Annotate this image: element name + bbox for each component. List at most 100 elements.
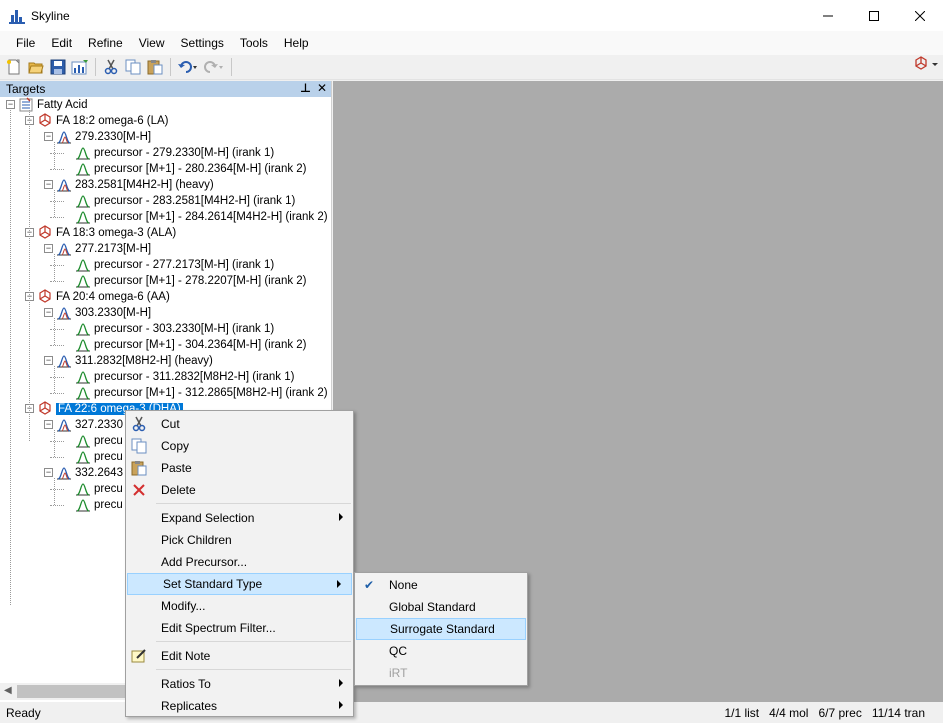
tree-node-label: precu <box>94 483 123 495</box>
title-bar: Skyline <box>0 0 943 31</box>
menu-item-delete[interactable]: Delete <box>126 479 353 501</box>
tree-precursor-node[interactable]: 311.2832[M8H2-H] (heavy) <box>56 353 213 369</box>
expand-collapse-toggle[interactable]: − <box>6 100 15 109</box>
molecule-icon <box>37 113 53 129</box>
tree-node-label: Fatty Acid <box>37 99 88 111</box>
transition-peak-icon <box>75 161 91 177</box>
targets-panel-header: Targets ⊥ ✕ <box>0 81 331 97</box>
menu-settings[interactable]: Settings <box>173 36 232 50</box>
expand-collapse-toggle[interactable]: − <box>44 308 53 317</box>
precursor-peak-icon <box>56 129 72 145</box>
tree-precursor-node[interactable]: 303.2330[M-H] <box>56 305 151 321</box>
scissors-icon <box>104 59 118 75</box>
tree-precursor-node[interactable]: 279.2330[M-H] <box>56 129 151 145</box>
menu-item-pick-children[interactable]: Pick Children <box>126 529 353 551</box>
paste-button[interactable] <box>144 56 166 78</box>
menu-item-cut[interactable]: Cut <box>126 413 353 435</box>
transition-peak-icon <box>75 273 91 289</box>
skyline-app-icon <box>9 8 25 24</box>
tree-node-label: FA 18:3 omega-3 (ALA) <box>56 227 177 239</box>
tree-molecule-node[interactable]: FA 18:2 omega-6 (LA) <box>37 113 169 129</box>
tree-transition-node[interactable]: precursor - 303.2330[M-H] (irank 1) <box>75 321 274 337</box>
menu-file[interactable]: File <box>8 36 43 50</box>
tree-transition-node[interactable]: precursor [M+1] - 304.2364[M-H] (irank 2… <box>75 337 307 353</box>
standard-type-none[interactable]: ✔ None <box>355 574 527 596</box>
save-button[interactable] <box>47 56 69 78</box>
expand-collapse-toggle[interactable]: − <box>44 420 53 429</box>
menu-item-label: Ratios To <box>161 677 211 691</box>
tree-precursor-node[interactable]: 277.2173[M-H] <box>56 241 151 257</box>
molecule-mode-dropdown[interactable] <box>913 56 939 72</box>
menu-item-edit-spectrum-filter[interactable]: Edit Spectrum Filter... <box>126 617 353 639</box>
scrollbar-thumb[interactable] <box>17 685 137 698</box>
menu-view[interactable]: View <box>131 36 173 50</box>
standard-type-global-standard[interactable]: Global Standard <box>355 596 527 618</box>
panel-close-icon[interactable]: ✕ <box>317 81 327 95</box>
menu-item-ratios-to[interactable]: Ratios To <box>126 673 353 695</box>
tree-precursor-node[interactable]: 283.2581[M4H2-H] (heavy) <box>56 177 214 193</box>
context-menu: Cut Copy Paste Delete Expand Selection Pick C… <box>125 410 354 717</box>
tree-transition-node[interactable]: precursor - 277.2173[M-H] (irank 1) <box>75 257 274 273</box>
menu-item-set-standard-type[interactable]: Set Standard Type <box>127 573 352 595</box>
expand-collapse-toggle[interactable]: − <box>44 356 53 365</box>
menu-item-label: Replicates <box>161 699 218 713</box>
tree-node-label: 283.2581[M4H2-H] (heavy) <box>75 179 214 191</box>
menu-help[interactable]: Help <box>276 36 317 50</box>
tree-transition-node[interactable]: precursor [M+1] - 280.2364[M-H] (irank 2… <box>75 161 307 177</box>
save-icon <box>50 59 66 75</box>
open-button[interactable] <box>25 56 47 78</box>
expand-collapse-toggle[interactable]: − <box>44 132 53 141</box>
tree-transition-node[interactable]: precursor [M+1] - 284.2614[M4H2-H] (iran… <box>75 209 328 225</box>
transition-peak-icon <box>75 385 91 401</box>
paste-icon <box>131 460 147 476</box>
expand-collapse-toggle[interactable]: − <box>44 180 53 189</box>
tree-transition-node[interactable]: precursor [M+1] - 312.2865[M8H2-H] (iran… <box>75 385 328 401</box>
import-results-button[interactable] <box>69 56 91 78</box>
delete-icon <box>131 482 147 498</box>
menu-item-edit-note[interactable]: Edit Note <box>126 645 353 667</box>
tree-precursor-node[interactable]: 327.2330 <box>56 417 123 433</box>
copy-button[interactable] <box>122 56 144 78</box>
pin-icon[interactable]: ⊥ <box>300 81 311 95</box>
scroll-left-icon[interactable]: ◀ <box>4 685 12 696</box>
expand-collapse-toggle[interactable]: − <box>44 244 53 253</box>
expand-collapse-toggle[interactable]: − <box>44 468 53 477</box>
tree-transition-node[interactable]: precursor - 283.2581[M4H2-H] (irank 1) <box>75 193 295 209</box>
status-transitions: 11/14 tran <box>871 705 925 720</box>
tree-transition-node[interactable]: precu <box>75 497 123 513</box>
menu-item-modify[interactable]: Modify... <box>126 595 353 617</box>
menu-item-paste[interactable]: Paste <box>126 457 353 479</box>
menu-separator <box>156 641 351 642</box>
undo-button[interactable] <box>175 56 201 78</box>
transition-peak-icon <box>75 481 91 497</box>
checkmark-icon: ✔ <box>364 578 375 592</box>
submenu-arrow-icon <box>339 701 343 709</box>
tree-transition-node[interactable]: precu <box>75 481 123 497</box>
minimize-button[interactable] <box>805 0 851 31</box>
cut-button[interactable] <box>100 56 122 78</box>
tree-molecule-node[interactable]: FA 18:3 omega-3 (ALA) <box>37 225 176 241</box>
maximize-button[interactable] <box>851 0 897 31</box>
menu-tools[interactable]: Tools <box>232 36 276 50</box>
close-button[interactable] <box>897 0 943 31</box>
tree-molecule-node[interactable]: FA 20:4 omega-6 (AA) <box>37 289 170 305</box>
toolbar <box>0 55 943 80</box>
transition-peak-icon <box>75 193 91 209</box>
tree-precursor-node[interactable]: 332.2643 <box>56 465 123 481</box>
menu-item-replicates[interactable]: Replicates <box>126 695 353 717</box>
menu-edit[interactable]: Edit <box>43 36 80 50</box>
redo-button[interactable] <box>201 56 227 78</box>
new-document-button[interactable] <box>3 56 25 78</box>
tree-transition-node[interactable]: precursor [M+1] - 278.2207[M-H] (irank 2… <box>75 273 307 289</box>
standard-type-qc[interactable]: QC <box>355 640 527 662</box>
menu-refine[interactable]: Refine <box>80 36 131 50</box>
standard-type-surrogate-standard[interactable]: Surrogate Standard <box>356 618 526 640</box>
tree-transition-node[interactable]: precu <box>75 433 123 449</box>
menu-item-copy[interactable]: Copy <box>126 435 353 457</box>
tree-transition-node[interactable]: precursor - 311.2832[M8H2-H] (irank 1) <box>75 369 294 385</box>
menu-item-expand-selection[interactable]: Expand Selection <box>126 507 353 529</box>
tree-transition-node[interactable]: precu <box>75 449 123 465</box>
tree-transition-node[interactable]: precursor - 279.2330[M-H] (irank 1) <box>75 145 274 161</box>
menu-item-add-precursor[interactable]: Add Precursor... <box>126 551 353 573</box>
molecule-list-icon <box>18 97 34 113</box>
